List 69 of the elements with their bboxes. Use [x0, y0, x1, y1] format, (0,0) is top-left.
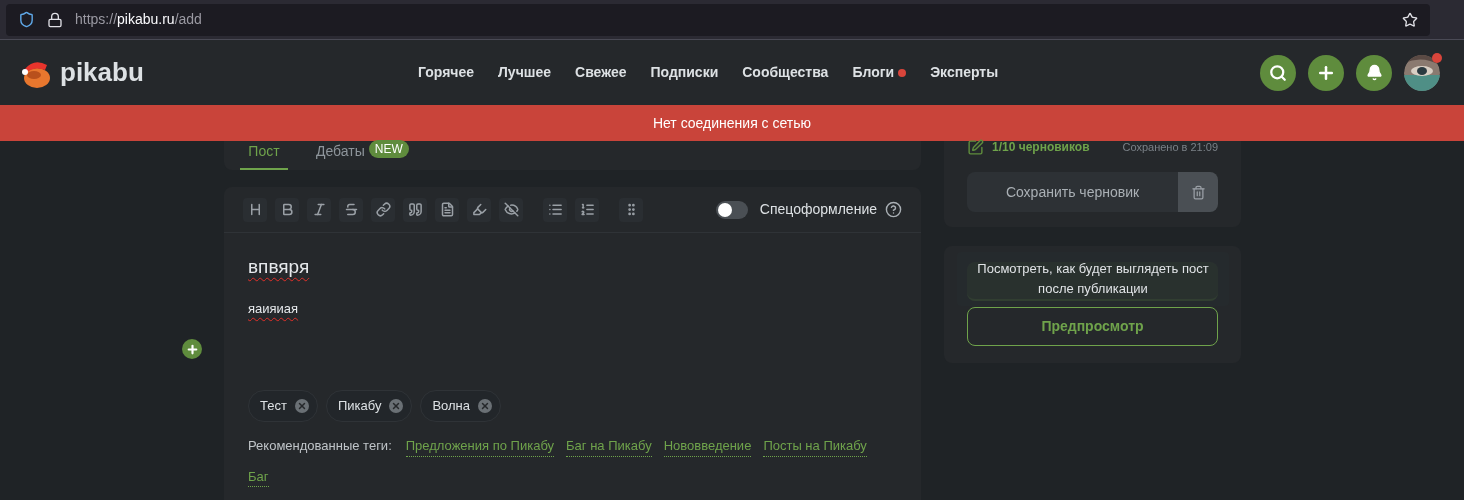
- url-text: https://pikabu.ru/add: [75, 10, 202, 29]
- drag-handle-button[interactable]: [619, 197, 643, 222]
- link-icon: [375, 202, 391, 217]
- italic-button[interactable]: [307, 197, 331, 222]
- document-button[interactable]: [435, 197, 459, 222]
- nav-link[interactable]: Сообщества: [742, 62, 829, 83]
- bulleted-list-icon: [547, 202, 563, 217]
- heading-button[interactable]: [243, 197, 267, 222]
- offline-banner: Нет соединения с сетью: [0, 105, 1464, 141]
- nav-link[interactable]: Свежее: [575, 62, 627, 83]
- tag-chip[interactable]: Волна: [420, 390, 501, 422]
- eye-off-icon: [503, 202, 519, 217]
- search-icon: [1269, 63, 1287, 82]
- bell-icon: [1365, 64, 1383, 81]
- quote-icon: [407, 202, 423, 217]
- post-body-text[interactable]: яаияиая: [248, 298, 299, 318]
- strikethrough-icon: [343, 202, 359, 217]
- address-bar[interactable]: https://pikabu.ru/add: [6, 3, 1430, 36]
- recommended-tag-link[interactable]: Баг на Пикабу: [566, 436, 652, 457]
- link-button[interactable]: [371, 197, 395, 222]
- drafts-count[interactable]: 1/10 черновиков: [992, 138, 1090, 156]
- notifications-button[interactable]: [1356, 54, 1392, 91]
- recommended-tag-link[interactable]: Баг: [248, 466, 269, 487]
- recommended-tags-label: Рекомендованные теги:: [248, 437, 392, 455]
- bulleted-list-button[interactable]: [543, 197, 567, 222]
- nav-link[interactable]: Горячее: [418, 62, 475, 83]
- toggle-switch[interactable]: [715, 200, 748, 219]
- lock-icon: [47, 11, 63, 28]
- trash-icon: [1190, 184, 1206, 200]
- delete-draft-button[interactable]: [1178, 172, 1218, 212]
- help-icon[interactable]: [885, 201, 902, 218]
- save-draft-button[interactable]: Сохранить черновик: [967, 172, 1178, 212]
- eye-off-button[interactable]: [499, 197, 523, 222]
- tag-chip[interactable]: Тест: [248, 390, 318, 422]
- post-title[interactable]: впвяря: [248, 253, 310, 282]
- plus-icon: [185, 342, 199, 356]
- saved-time: Сохранено в 21:09: [1122, 139, 1218, 155]
- tab[interactable]: Дебаты NEW: [316, 141, 409, 170]
- document-icon: [439, 202, 455, 217]
- nav-link[interactable]: Лучшее: [498, 62, 551, 83]
- add-post-button[interactable]: [1308, 54, 1344, 91]
- numbered-list-icon: [579, 202, 595, 217]
- preview-button[interactable]: Предпросмотр: [967, 307, 1218, 346]
- logo-text[interactable]: pikabu: [60, 53, 144, 92]
- remove-tag-icon[interactable]: [294, 399, 309, 413]
- tab[interactable]: Пост: [240, 141, 288, 170]
- bookmark-star-icon[interactable]: [1402, 11, 1418, 28]
- italic-icon: [311, 202, 327, 217]
- search-button[interactable]: [1260, 54, 1296, 91]
- new-badge: NEW: [368, 140, 409, 158]
- tag-chip[interactable]: Пикабу: [325, 390, 413, 422]
- shield-icon[interactable]: [18, 11, 35, 28]
- recommended-tag-link[interactable]: Нововведение: [663, 436, 752, 457]
- marker-button[interactable]: [467, 197, 491, 222]
- bold-button[interactable]: [275, 197, 299, 222]
- nav-link[interactable]: Подписки: [650, 62, 719, 83]
- strikethrough-button[interactable]: [339, 197, 363, 222]
- recommended-tag-link[interactable]: Предложения по Пикабу: [405, 436, 555, 457]
- remove-tag-icon[interactable]: [478, 399, 492, 413]
- nav-link[interactable]: Блоги: [852, 62, 907, 83]
- edit-icon: [967, 138, 984, 156]
- numbered-list-button[interactable]: [575, 197, 599, 222]
- add-block-button[interactable]: [182, 339, 202, 359]
- nav-link[interactable]: Эксперты: [930, 62, 999, 83]
- marker-icon: [471, 202, 487, 217]
- recommended-tag-link[interactable]: Посты на Пикабу: [763, 436, 867, 457]
- quote-button[interactable]: [403, 197, 427, 222]
- toggle-label: Спецоформление: [759, 200, 877, 219]
- remove-tag-icon[interactable]: [389, 399, 404, 413]
